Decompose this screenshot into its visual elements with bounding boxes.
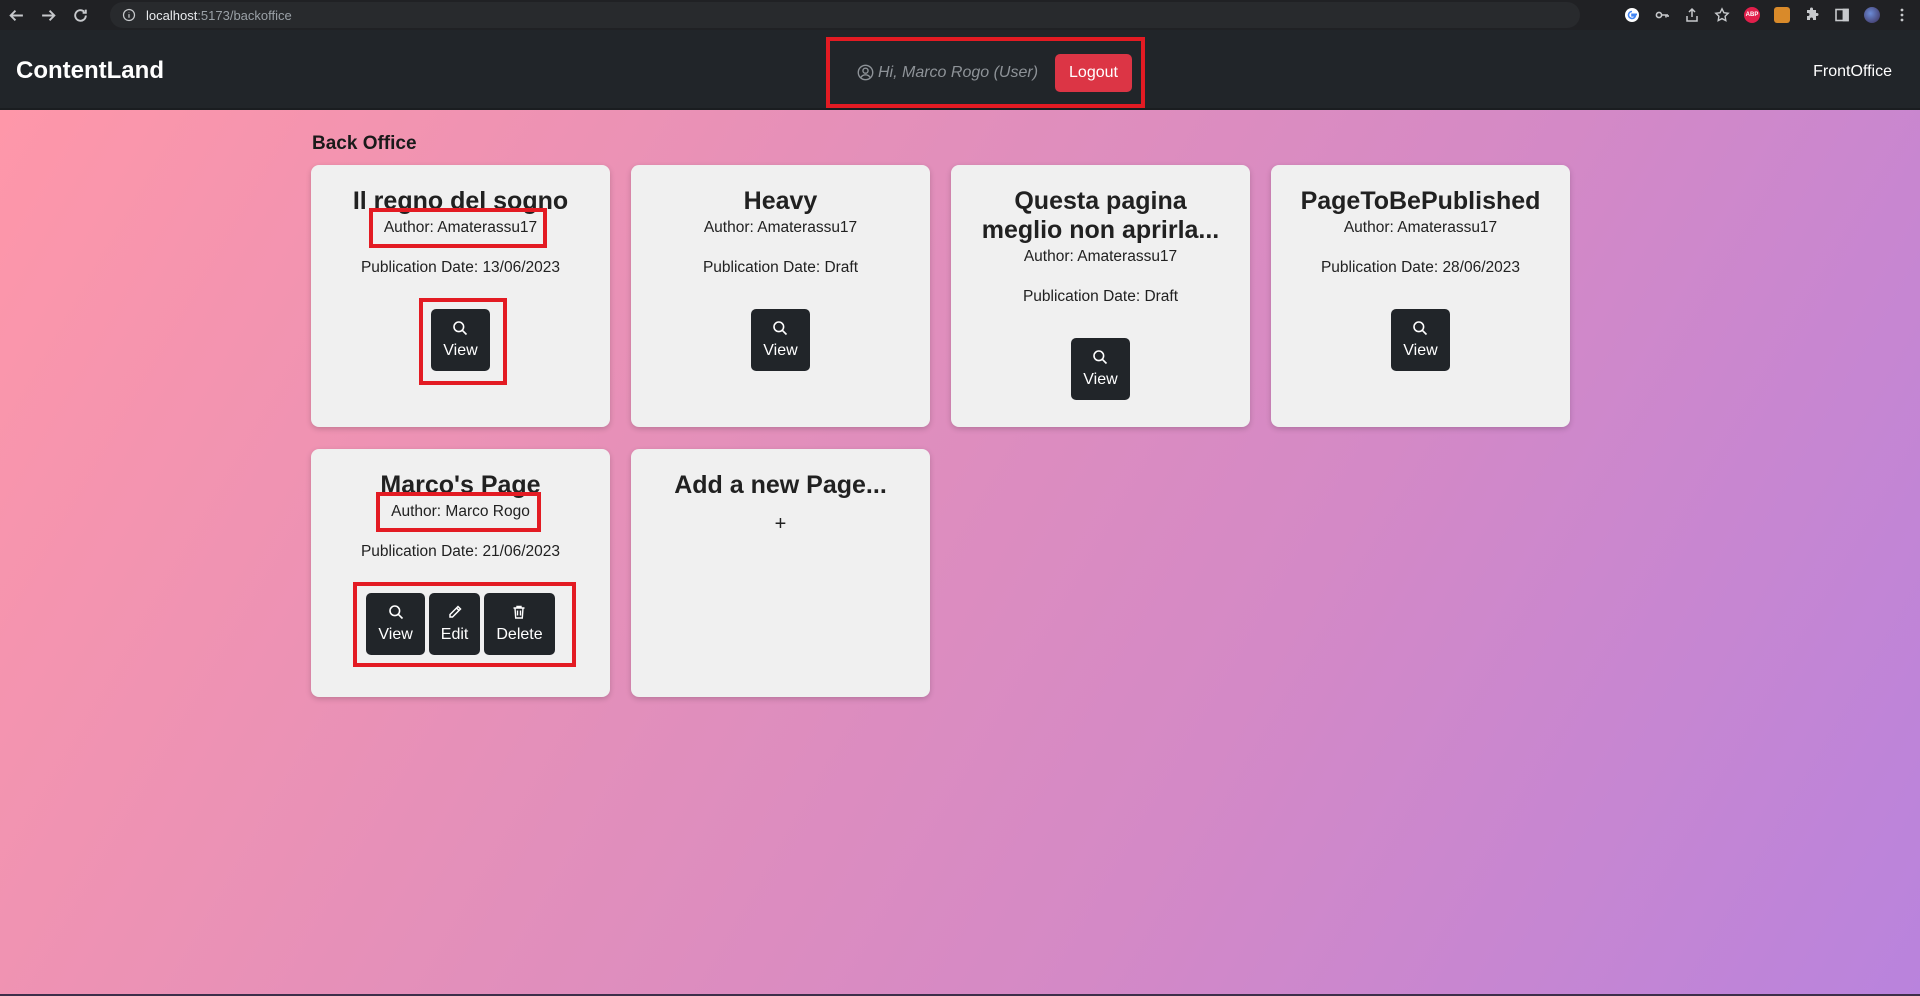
- puzzle-icon[interactable]: [1804, 7, 1820, 23]
- page-card: Questa pagina meglio non aprirla... Auth…: [951, 165, 1250, 427]
- logout-button[interactable]: Logout: [1055, 53, 1132, 92]
- menu-icon[interactable]: [1894, 7, 1910, 23]
- add-page-title: Add a new Page...: [674, 471, 887, 499]
- card-publication-date: Publication Date: 13/06/2023: [360, 259, 561, 276]
- search-icon: [1412, 320, 1428, 336]
- page-card: Heavy Author: Amaterassu17 Publication D…: [631, 165, 930, 427]
- user-greeting: Hi, Marco Rogo (User): [857, 64, 1038, 82]
- add-page-card[interactable]: Add a new Page... +: [631, 449, 930, 697]
- card-title: Heavy: [743, 187, 818, 215]
- view-button[interactable]: View: [1391, 309, 1450, 371]
- view-button[interactable]: View: [1071, 338, 1130, 400]
- author-highlight-box: [369, 208, 547, 248]
- app-navbar: ContentLand Hi, Marco Rogo (User) Logout…: [0, 30, 1920, 110]
- plus-icon[interactable]: +: [775, 513, 787, 536]
- forward-icon[interactable]: [32, 0, 64, 30]
- page-card: PageToBePublished Author: Amaterassu17 P…: [1271, 165, 1570, 427]
- card-title: Questa pagina meglio non aprirla...: [951, 187, 1250, 245]
- extension-bar: ABP: [1624, 0, 1910, 30]
- url-host: localhost: [146, 7, 198, 23]
- author-highlight-box: [376, 492, 541, 532]
- extension-icon[interactable]: [1774, 7, 1790, 23]
- search-icon: [1092, 349, 1108, 365]
- frontoffice-link[interactable]: FrontOffice: [1813, 63, 1892, 81]
- user-highlight-box: Hi, Marco Rogo (User) Logout: [826, 37, 1145, 108]
- card-title-line: meglio non aprirla...: [981, 216, 1220, 244]
- view-label: View: [1083, 371, 1118, 388]
- view-label: View: [1403, 342, 1438, 359]
- card-publication-date: Publication Date: 28/06/2023: [1320, 259, 1521, 276]
- google-icon[interactable]: [1624, 7, 1640, 23]
- person-circle-icon: [857, 64, 874, 81]
- card-publication-date: Publication Date: 21/06/2023: [360, 543, 561, 560]
- card-publication-date: Publication Date: Draft: [702, 259, 859, 276]
- main-content: Back Office Il regno del sogno Author: A…: [0, 110, 1920, 996]
- actions-highlight-box: [353, 582, 576, 667]
- view-label: View: [763, 342, 798, 359]
- reload-icon[interactable]: [64, 0, 96, 30]
- card-publication-date: Publication Date: Draft: [1022, 288, 1179, 305]
- greeting-text: Hi, Marco Rogo (User): [878, 63, 1039, 81]
- browser-toolbar: localhost:5173/backoffice ABP: [0, 0, 1920, 30]
- star-icon[interactable]: [1714, 7, 1730, 23]
- page-title: Back Office: [312, 133, 417, 154]
- page-card: Marco's Page Author: Marco Rogo Publicat…: [311, 449, 610, 697]
- brand-link[interactable]: ContentLand: [16, 57, 164, 85]
- search-icon: [772, 320, 788, 336]
- view-highlight-box: [419, 298, 507, 385]
- card-author: Author: Amaterassu17: [1023, 248, 1178, 265]
- address-bar[interactable]: localhost:5173/backoffice: [110, 2, 1580, 28]
- card-author: Author: Amaterassu17: [703, 219, 858, 236]
- key-icon[interactable]: [1654, 7, 1670, 23]
- adblock-icon[interactable]: ABP: [1744, 7, 1760, 23]
- sidepanel-icon[interactable]: [1834, 7, 1850, 23]
- info-icon[interactable]: [122, 8, 136, 22]
- page-card: Il regno del sogno Author: Amaterassu17 …: [311, 165, 610, 427]
- back-icon[interactable]: [0, 0, 32, 30]
- card-title: PageToBePublished: [1300, 187, 1541, 215]
- card-author: Author: Amaterassu17: [1343, 219, 1498, 236]
- view-button[interactable]: View: [751, 309, 810, 371]
- profile-avatar[interactable]: [1864, 7, 1880, 23]
- url-path: :5173/backoffice: [197, 7, 292, 23]
- card-title-line: Questa pagina: [1014, 187, 1187, 215]
- share-icon[interactable]: [1684, 7, 1700, 23]
